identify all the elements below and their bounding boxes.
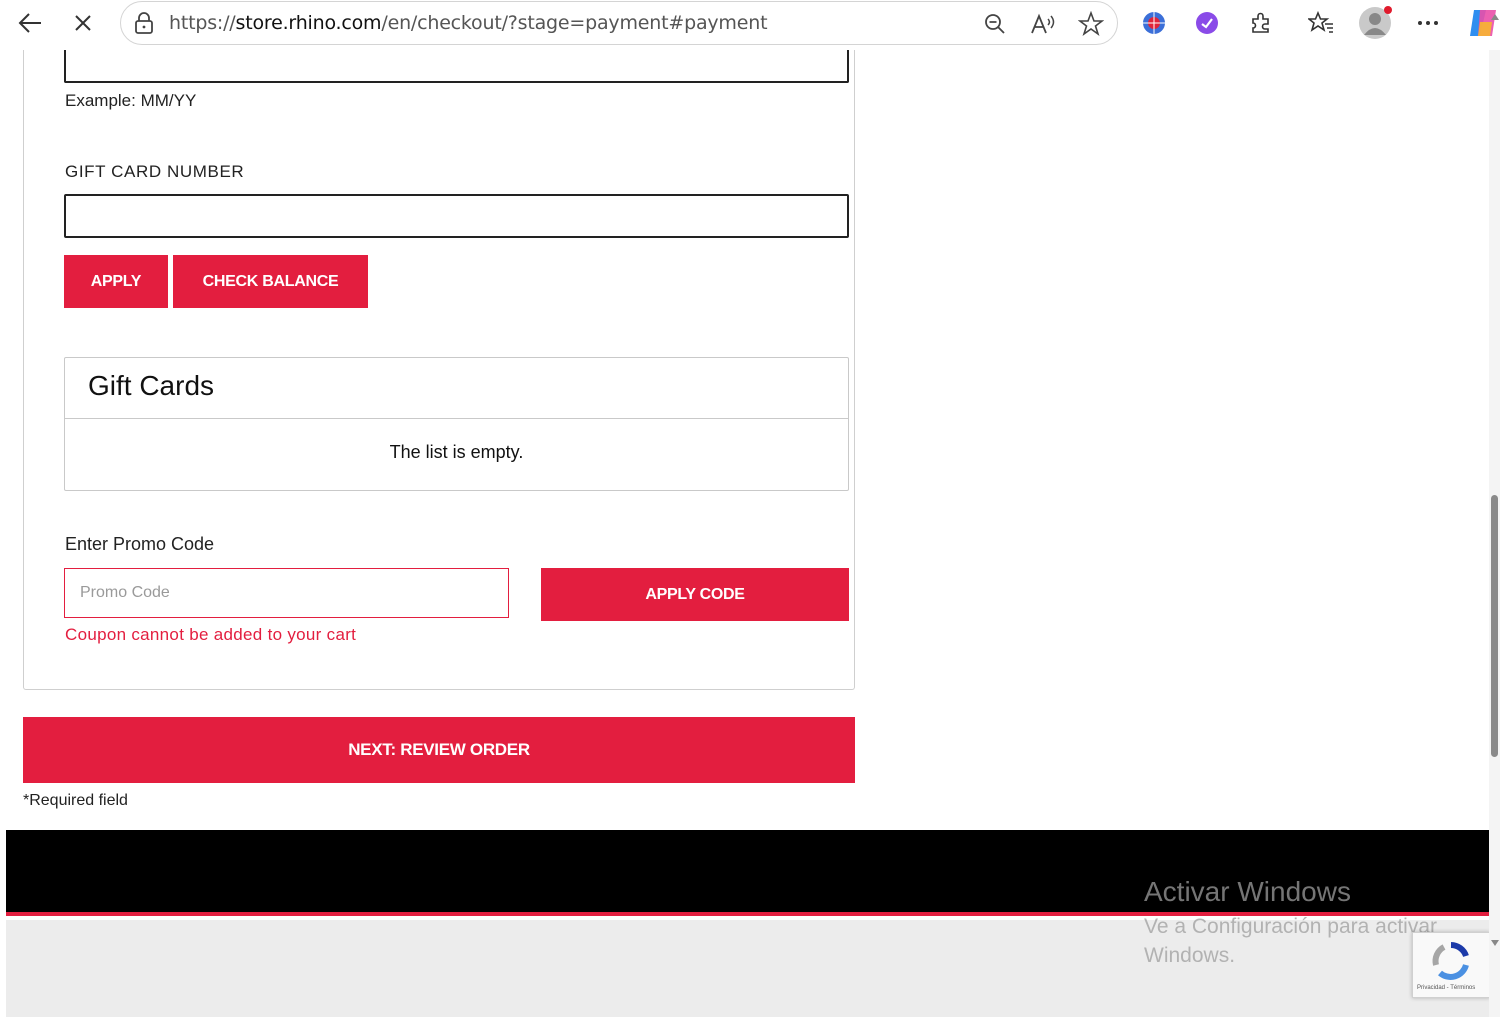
expiry-date-input[interactable] xyxy=(64,50,849,83)
next-review-order-button[interactable]: NEXT: REVIEW ORDER xyxy=(23,717,855,783)
gift-card-input[interactable] xyxy=(64,194,849,238)
zoom-out-icon[interactable] xyxy=(981,10,1009,38)
scroll-up-arrow-icon[interactable] xyxy=(1491,14,1499,20)
gift-cards-title: Gift Cards xyxy=(88,370,215,401)
required-field-note: *Required field xyxy=(23,792,128,809)
gift-cards-empty-message: The list is empty. xyxy=(389,442,524,462)
apply-gift-card-button[interactable]: APPLY xyxy=(64,255,168,308)
promo-error-message: Coupon cannot be added to your cart xyxy=(65,625,357,644)
extension-shield-icon[interactable] xyxy=(1137,6,1171,40)
promo-code-input[interactable] xyxy=(64,568,509,618)
read-aloud-icon[interactable] xyxy=(1029,10,1057,38)
gift-cards-panel: Gift Cards The list is empty. xyxy=(64,357,849,491)
scroll-down-arrow-icon[interactable] xyxy=(1491,940,1499,946)
copilot-icon[interactable] xyxy=(1466,6,1500,40)
extension-purple-icon[interactable] xyxy=(1190,6,1224,40)
scrollbar-thumb[interactable] xyxy=(1491,495,1498,757)
expiry-hint: Example: MM/YY xyxy=(65,91,197,110)
check-balance-button[interactable]: CHECK BALANCE xyxy=(173,255,368,308)
gift-cards-header: Gift Cards xyxy=(65,358,848,419)
apply-code-button[interactable]: APPLY CODE xyxy=(541,568,849,621)
favorites-icon[interactable] xyxy=(1304,6,1338,40)
lock-icon[interactable] xyxy=(133,11,155,40)
back-arrow-icon[interactable] xyxy=(13,6,47,40)
payment-card: Example: MM/YY GIFT CARD NUMBER APPLY CH… xyxy=(23,50,855,690)
address-bar[interactable]: https://store.rhino.com/en/checkout/?sta… xyxy=(120,1,1118,45)
recaptcha-icon xyxy=(1432,942,1469,980)
profile-avatar-icon[interactable] xyxy=(1358,6,1392,40)
gift-card-label: GIFT CARD NUMBER xyxy=(65,162,245,181)
url-text[interactable]: https://store.rhino.com/en/checkout/?sta… xyxy=(169,12,768,34)
stop-loading-icon[interactable] xyxy=(66,6,100,40)
promo-code-label: Enter Promo Code xyxy=(65,534,215,554)
favorite-star-icon[interactable] xyxy=(1077,10,1105,38)
recaptcha-badge[interactable]: Privacidad - Términos xyxy=(1412,932,1490,998)
extensions-puzzle-icon[interactable] xyxy=(1244,6,1278,40)
recaptcha-links[interactable]: Privacidad - Términos xyxy=(1417,985,1475,991)
activation-title: Activar Windows xyxy=(1144,876,1351,907)
page-scrollbar[interactable] xyxy=(1489,50,1500,1017)
checkout-page: Example: MM/YY GIFT CARD NUMBER APPLY CH… xyxy=(6,50,1490,1017)
more-menu-icon[interactable] xyxy=(1411,6,1445,40)
browser-toolbar: https://store.rhino.com/en/checkout/?sta… xyxy=(0,0,1500,46)
